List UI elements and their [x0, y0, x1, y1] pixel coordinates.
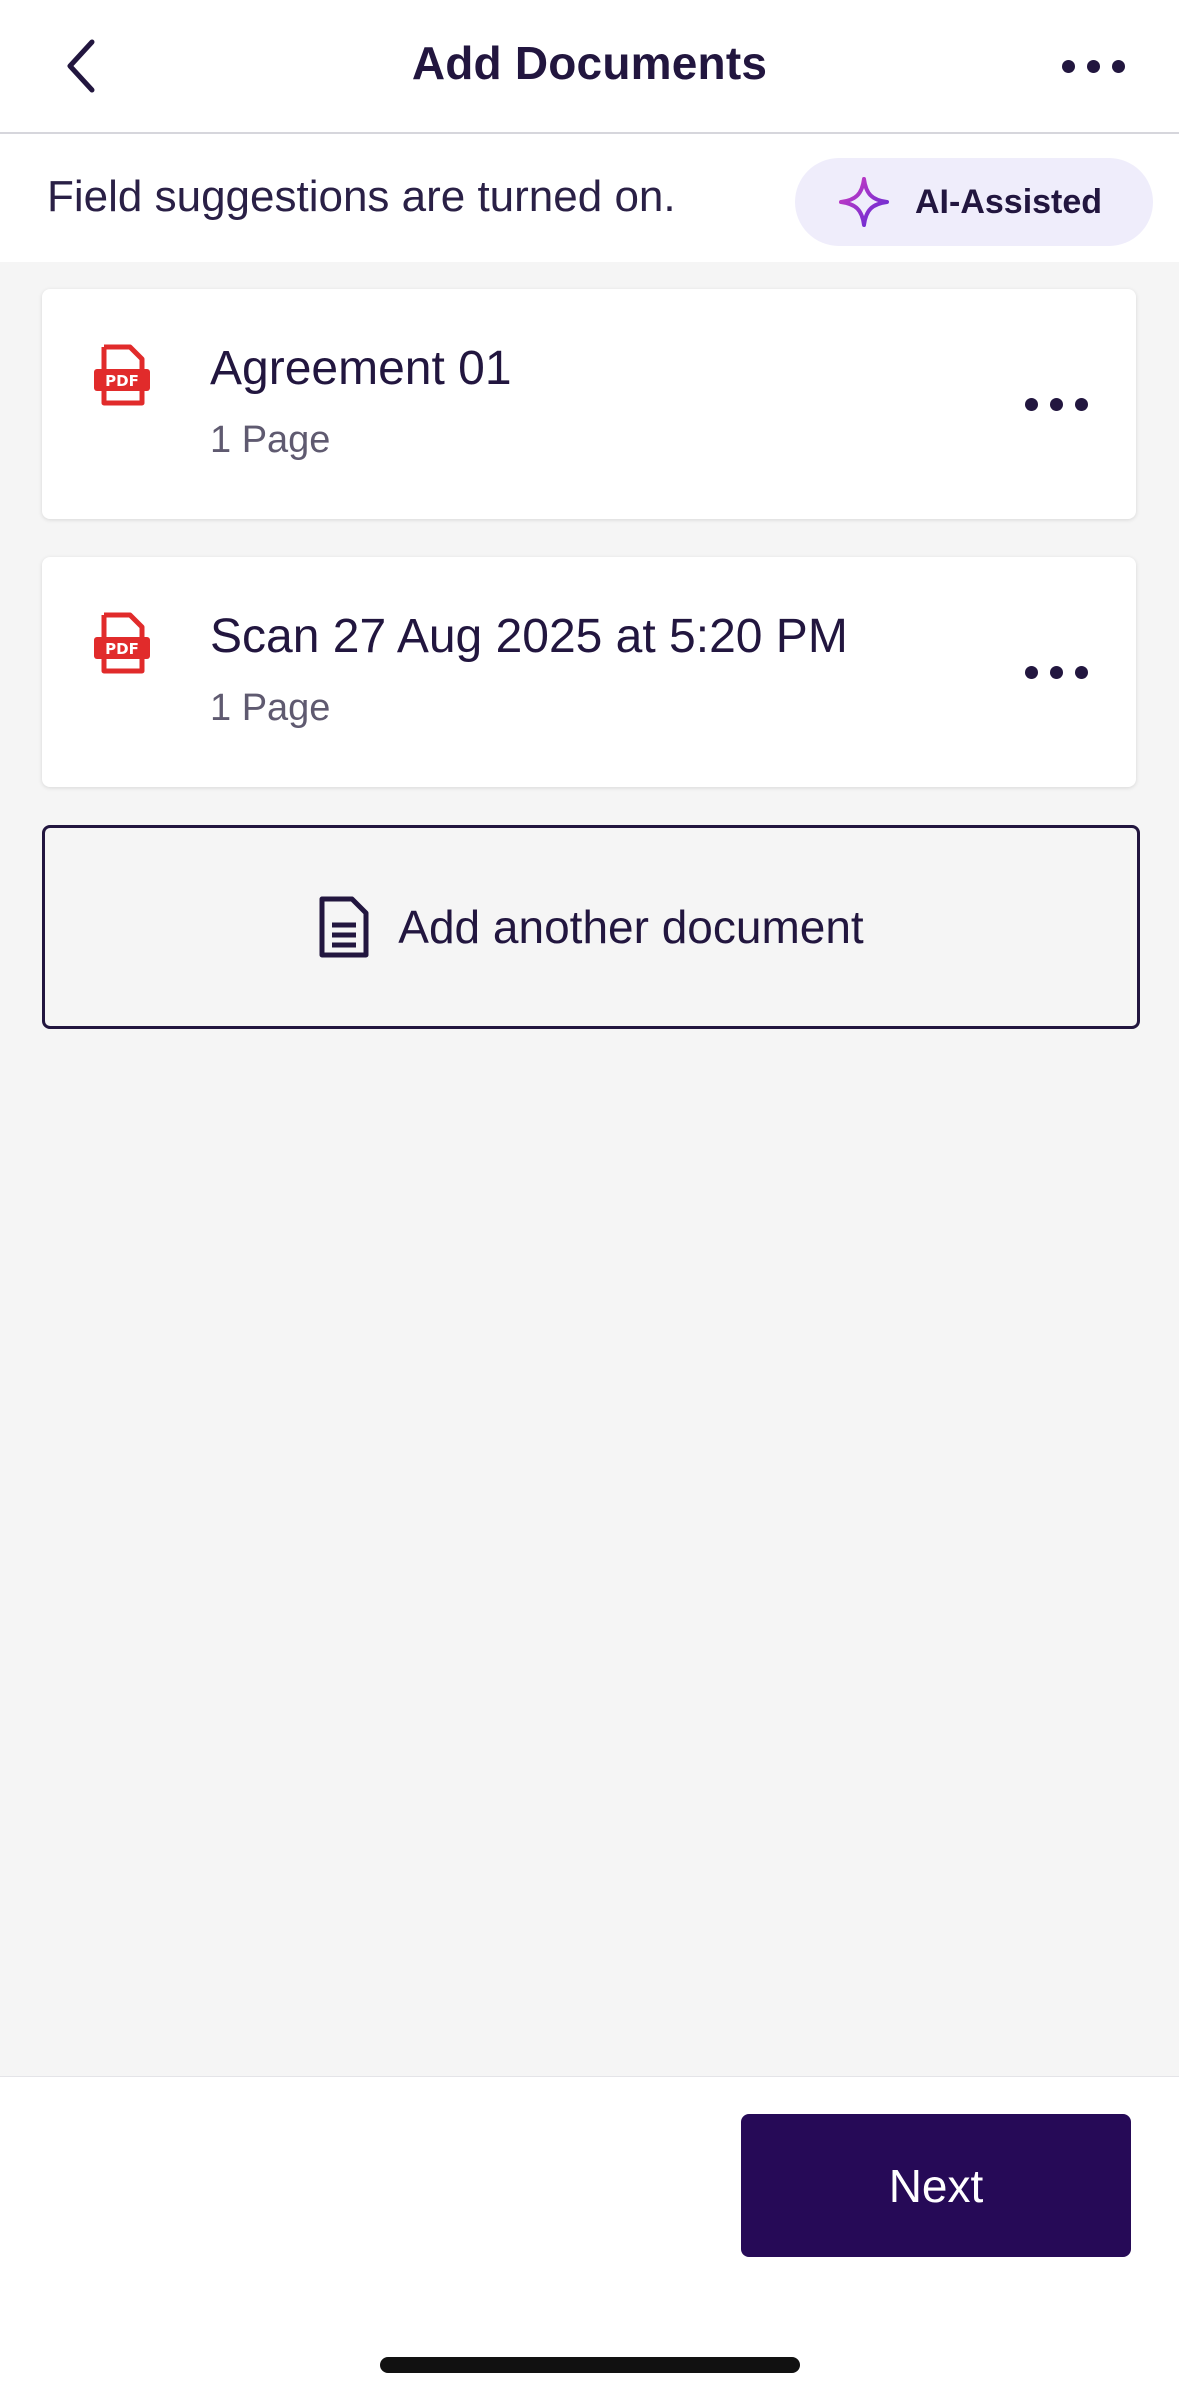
document-page-count: 1 Page — [210, 687, 331, 729]
document-more-button[interactable] — [1016, 637, 1096, 707]
add-another-document-label: Add another document — [398, 901, 864, 953]
document-icon — [319, 896, 369, 958]
more-horizontal-icon-dot — [1074, 397, 1088, 411]
more-horizontal-icon-dot — [1049, 397, 1063, 411]
field-suggestions-banner: Field suggestions are turned on. AI-Assi… — [0, 134, 1179, 262]
document-card[interactable]: PDF Scan 27 Aug 2025 at 5:20 PM 1 Page — [42, 557, 1136, 787]
more-horizontal-icon-dot — [1049, 665, 1063, 679]
field-suggestions-text: Field suggestions are turned on. — [47, 172, 676, 221]
home-indicator — [380, 2357, 800, 2373]
more-horizontal-icon-dot — [1111, 59, 1125, 73]
document-page-count: 1 Page — [210, 419, 331, 461]
svg-text:PDF: PDF — [105, 640, 139, 658]
ai-assisted-label: AI-Assisted — [915, 182, 1103, 221]
more-horizontal-icon — [1061, 59, 1075, 73]
pdf-icon: PDF — [94, 612, 150, 674]
document-more-button[interactable] — [1016, 369, 1096, 439]
document-card[interactable]: PDF Agreement 01 1 Page — [42, 289, 1136, 519]
document-name: Scan 27 Aug 2025 at 5:20 PM — [210, 610, 848, 663]
more-horizontal-icon-dot — [1074, 665, 1088, 679]
document-name: Agreement 01 — [210, 342, 512, 395]
top-navigation-bar: Add Documents — [0, 0, 1179, 134]
sparkle-icon — [839, 177, 889, 227]
svg-text:PDF: PDF — [105, 372, 139, 390]
more-horizontal-icon — [1024, 665, 1038, 679]
page-title: Add Documents — [411, 37, 768, 89]
add-another-document-button[interactable]: Add another document — [42, 825, 1140, 1029]
footer-bar: Next — [0, 2076, 1179, 2397]
more-horizontal-icon — [1024, 397, 1038, 411]
more-options-button[interactable] — [1043, 30, 1143, 102]
pdf-icon: PDF — [94, 344, 150, 406]
more-horizontal-icon-dot — [1086, 59, 1100, 73]
ai-assisted-badge[interactable]: AI-Assisted — [795, 158, 1153, 246]
next-button[interactable]: Next — [741, 2114, 1131, 2257]
